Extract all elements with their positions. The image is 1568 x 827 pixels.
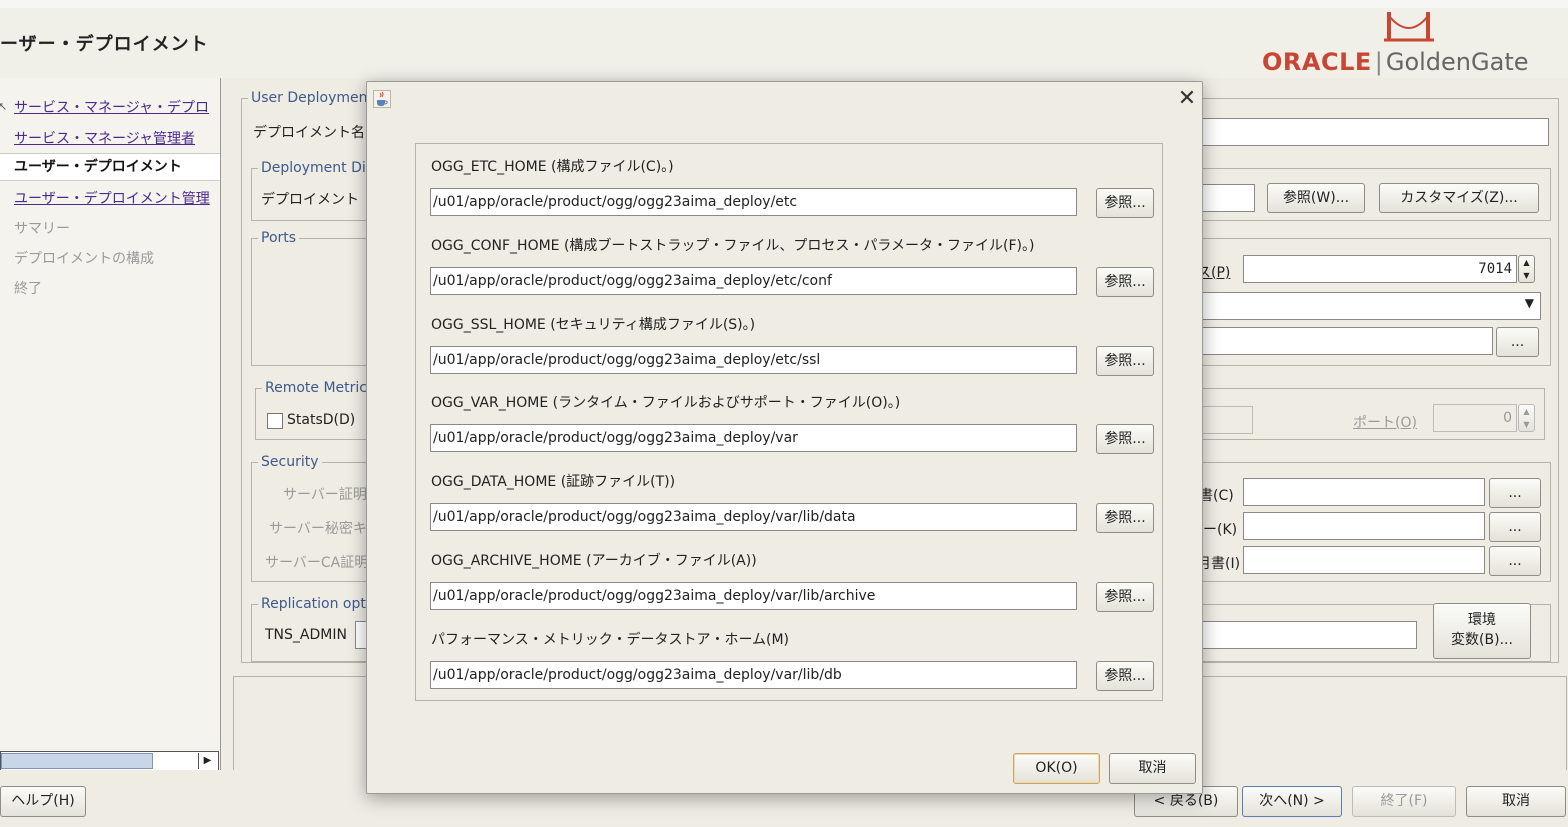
var-home-browse-button[interactable]: 参照... [1096,424,1154,454]
nav-step-summary: サマリー [14,221,70,237]
server-ca-label: サーバーCA証明 [265,555,369,571]
deployment-dir-group-title: Deployment Dir [258,160,375,176]
key-label-suffix: ー(K) [1203,522,1238,538]
scroll-right-arrow-icon[interactable]: ▶ [198,753,216,769]
port-spinner[interactable]: ▲ ▼ [1518,255,1535,283]
nav-step-marker-icon: ↖ [0,100,8,113]
var-home-label: OGG_VAR_HOME (ランタイム・ファイルおよびサポート・ファイル(O)。… [431,395,901,411]
data-home-browse-button[interactable]: 参照... [1096,503,1154,533]
remote-metrics-group-title: Remote Metric [262,380,370,396]
ports-dropdown[interactable]: ▼ [1201,292,1541,320]
java-cup-icon [373,90,391,108]
ports-path-browse-button[interactable]: ... [1496,327,1539,357]
environment-variables-button[interactable]: 環境変数(B)... [1433,603,1531,659]
statsd-label: StatsD(D) [287,412,356,428]
archive-home-browse-button[interactable]: 参照... [1096,582,1154,612]
nav-step-label: ユーザー・デプロイメント [14,159,182,175]
server-key-browse-button[interactable]: ... [1489,512,1541,542]
deployment-name-input[interactable] [1201,118,1549,146]
next-button[interactable]: 次へ(N) > [1242,786,1342,817]
spinner-up-icon[interactable]: ▲ [1523,258,1529,267]
nav-step-user-deployment[interactable]: ◦ユーザー・デプロイメント [0,153,220,181]
logo-product-text: GoldenGate [1385,48,1529,76]
dialog-close-icon[interactable]: ✕ [1175,86,1199,112]
security-group-title: Security [258,454,322,470]
oracle-goldengate-logo: ORACLE | GoldenGate [1258,10,1558,76]
nav-step-service-manager-admin[interactable]: サービス・マネージャ管理者 [14,128,195,148]
nav-horizontal-scrollbar[interactable]: ▶ [0,751,219,771]
ssl-home-browse-button[interactable]: 参照... [1096,346,1154,376]
archive-home-label: OGG_ARCHIVE_HOME (アーカイブ・ファイル(A)) [431,553,757,569]
logo-wordmark: ORACLE | GoldenGate [1262,48,1529,76]
dropdown-arrow-icon[interactable]: ▼ [1525,296,1534,310]
metrics-datastore-home-label: パフォーマンス・メトリック・データストア・ホーム(M) [431,632,790,648]
cert-label-suffix: 書(C) [1199,488,1234,504]
logo-oracle-text: ORACLE [1262,48,1372,76]
replication-options-group-title: Replication opt [258,596,369,612]
statsd-checkbox[interactable] [267,413,283,429]
statsd-port-label: ポート(O) [1353,415,1417,431]
server-ca-browse-button[interactable]: ... [1489,546,1541,576]
spinner-down-icon[interactable]: ▼ [1523,271,1529,280]
statsd-port-spinner[interactable]: ▲ ▼ [1518,404,1535,432]
server-cert-input[interactable] [1243,478,1485,506]
statsd-port-input[interactable]: 0 [1433,404,1517,432]
server-ca-input[interactable] [1243,546,1485,574]
spinner-up-icon[interactable]: ▲ [1523,407,1529,416]
dialog-ok-button[interactable]: OK(O) [1013,753,1100,784]
help-button[interactable]: ヘルプ(H) [0,786,86,817]
spinner-down-icon[interactable]: ▼ [1523,420,1529,429]
wizard-step-nav: ↖ サービス・マネージャ・デプロ サービス・マネージャ管理者 ◦ユーザー・デプロ… [0,78,221,770]
directory-settings-dialog: ✕ OGG_ETC_HOME (構成ファイル(C)。) /u01/app/ora… [366,81,1203,794]
deployment-name-label: デプロイメント名 [253,125,365,141]
metrics-datastore-home-input[interactable]: /u01/app/oracle/product/ogg/ogg23aima_de… [430,661,1077,689]
server-key-input[interactable] [1243,512,1485,540]
nav-step-finish: 終了 [14,281,42,297]
ssl-home-label: OGG_SSL_HOME (セキュリティ構成ファイル(S)。) [431,317,756,333]
dialog-cancel-button[interactable]: 取消 [1109,753,1196,784]
ports-group-title: Ports [258,230,300,246]
directory-fields-panel: OGG_ETC_HOME (構成ファイル(C)。) /u01/app/oracl… [415,143,1163,701]
data-home-label: OGG_DATA_HOME (証跡ファイル(T)) [431,474,676,490]
port-input[interactable]: 7014 [1243,255,1517,283]
env-button-line2: 変数(B)... [1451,632,1513,648]
archive-home-input[interactable]: /u01/app/oracle/product/ogg/ogg23aima_de… [430,582,1077,610]
env-button-line1: 環境 [1468,612,1496,628]
user-deployment-group-title: User Deploymen [248,90,371,106]
nav-step-user-deployment-admin[interactable]: ユーザー・デプロイメント管理 [14,188,210,208]
browse-w-button[interactable]: 参照(W)... [1267,183,1365,213]
dialog-titlebar: ✕ [367,82,1202,116]
scrollbar-thumb[interactable] [1,753,153,769]
server-key-label: サーバー秘密キ [269,521,367,537]
tns-admin-input[interactable] [1201,621,1417,649]
conf-home-browse-button[interactable]: 参照... [1096,267,1154,297]
statsd-host-input[interactable] [1201,406,1253,434]
conf-home-input[interactable]: /u01/app/oracle/product/ogg/ogg23aima_de… [430,267,1077,295]
window-top-strip [0,0,1568,8]
etc-home-browse-button[interactable]: 参照... [1096,188,1154,218]
etc-home-label: OGG_ETC_HOME (構成ファイル(C)。) [431,159,674,175]
ports-path-input[interactable] [1201,327,1493,355]
ca-label-suffix: 月書(I) [1197,556,1241,572]
finish-button[interactable]: 終了(F) [1352,786,1456,817]
data-home-input[interactable]: /u01/app/oracle/product/ogg/ogg23aima_de… [430,503,1077,531]
server-cert-browse-button[interactable]: ... [1489,478,1541,508]
conf-home-label: OGG_CONF_HOME (構成ブートストラップ・ファイル、プロセス・パラメー… [431,238,1035,254]
customize-button[interactable]: カスタマイズ(Z)... [1379,183,1539,213]
tns-admin-label: TNS_ADMIN [265,627,347,643]
deployment-dir-label: デプロイメント [261,192,359,208]
bridge-logo-icon [1384,12,1434,42]
nav-step-service-manager-deployment[interactable]: サービス・マネージャ・デプロ [14,97,209,117]
ssl-home-input[interactable]: /u01/app/oracle/product/ogg/ogg23aima_de… [430,346,1077,374]
cancel-button[interactable]: 取消 [1466,786,1566,817]
deployment-dir-input[interactable] [1201,184,1255,212]
server-cert-label: サーバー証明 [283,487,367,503]
logo-separator: | [1374,48,1383,76]
page-title: ーザー・デプロイメント [0,34,209,55]
metrics-datastore-home-browse-button[interactable]: 参照... [1096,661,1154,691]
nav-step-deployment-config: デプロイメントの構成 [14,251,154,267]
etc-home-input[interactable]: /u01/app/oracle/product/ogg/ogg23aima_de… [430,188,1077,216]
var-home-input[interactable]: /u01/app/oracle/product/ogg/ogg23aima_de… [430,424,1077,452]
